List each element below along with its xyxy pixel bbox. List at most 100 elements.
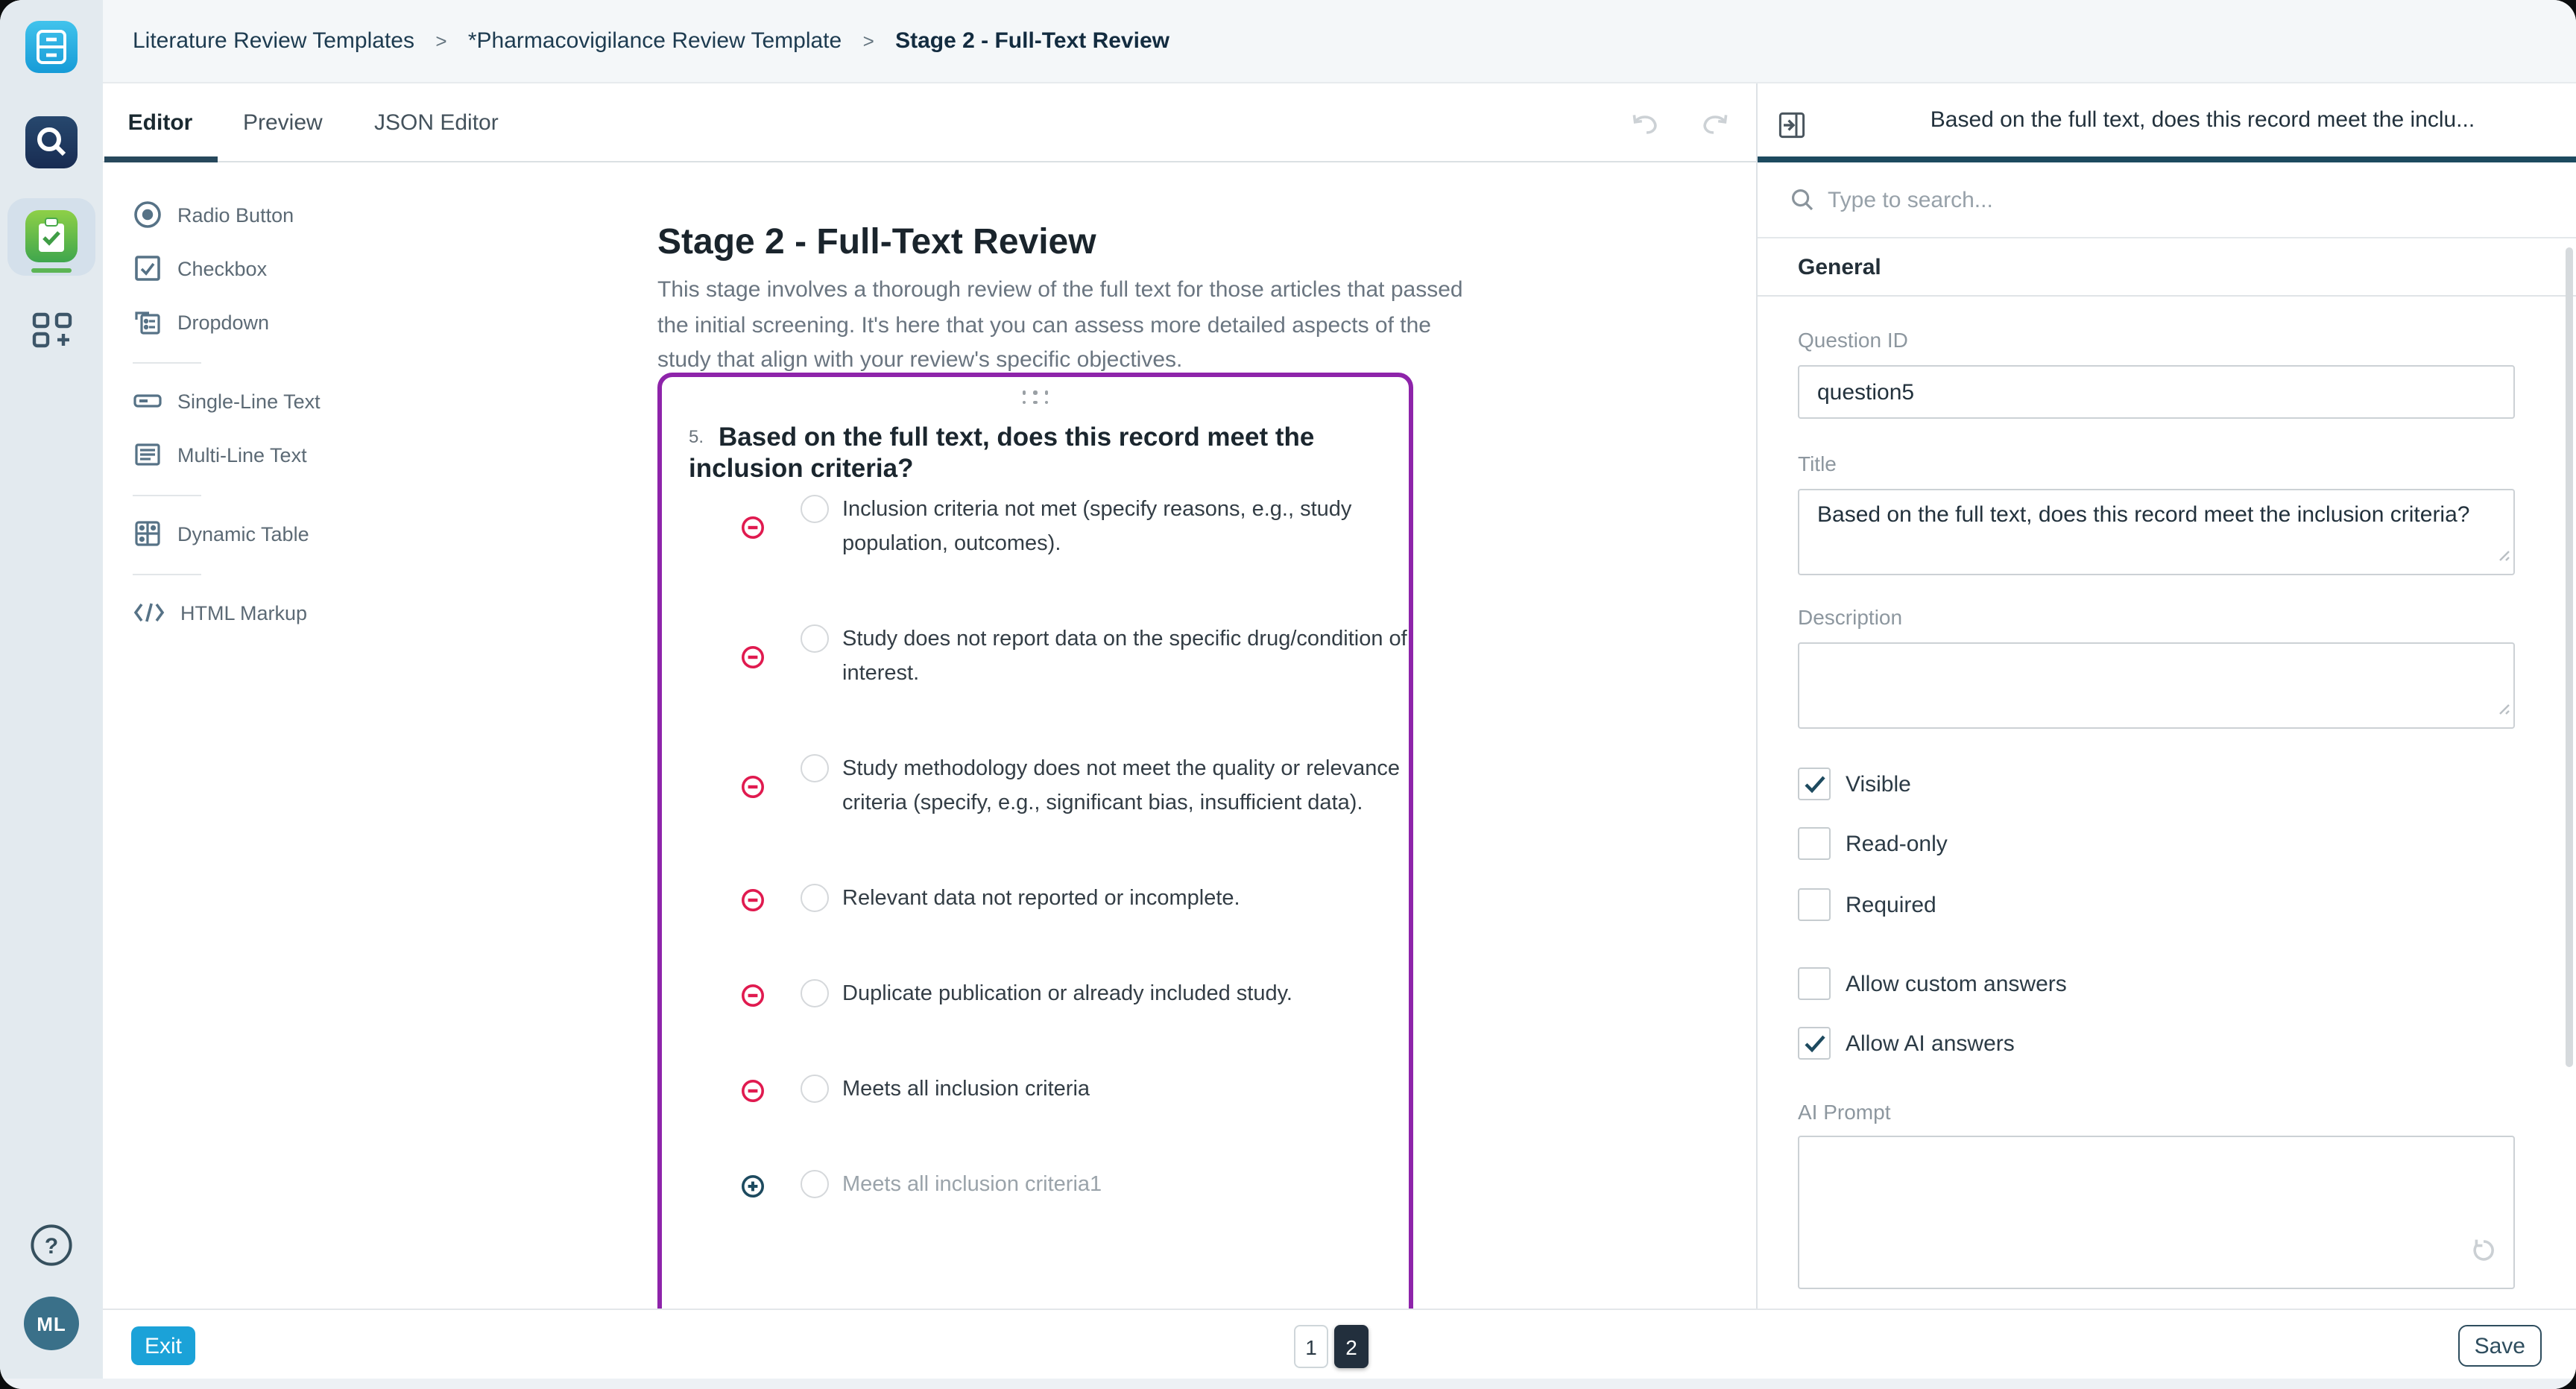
radio-circle[interactable]	[801, 754, 829, 782]
help-icon[interactable]: ?	[28, 1222, 75, 1276]
selected-question-label: Based on the full text, does this record…	[1847, 83, 2558, 156]
title-label: Title	[1798, 452, 2515, 475]
active-tab-indicator	[104, 156, 218, 162]
drag-handle-icon[interactable]	[1019, 390, 1052, 405]
palette-item-html-markup[interactable]: HTML Markup	[133, 586, 431, 639]
user-avatar[interactable]: ML	[24, 1297, 79, 1350]
undo-icon[interactable]	[1629, 113, 1662, 143]
single-line-text-icon	[133, 386, 162, 416]
radio-circle[interactable]	[801, 884, 829, 912]
palette-item-dropdown[interactable]: Dropdown	[133, 295, 431, 349]
tab-json-editor[interactable]: JSON Editor	[374, 83, 499, 162]
properties-header: Based on the full text, does this record…	[1758, 83, 2576, 162]
selected-question-card[interactable]: 5.Based on the full text, does this reco…	[657, 373, 1413, 1309]
question-id-label: Question ID	[1798, 328, 2515, 352]
radio-circle[interactable]	[801, 624, 829, 653]
question-number: 5.	[689, 426, 704, 447]
app-logo-icon[interactable]	[25, 21, 78, 73]
allow-custom-answers-checkbox[interactable]	[1798, 967, 1831, 1000]
section-general: General	[1758, 238, 2576, 297]
add-option-icon[interactable]	[741, 1174, 765, 1197]
remove-option-icon[interactable]	[741, 1078, 765, 1102]
radio-circle[interactable]	[801, 495, 829, 523]
remove-option-icon[interactable]	[741, 983, 765, 1007]
palette-divider	[133, 362, 201, 364]
breadcrumb: Literature Review Templates > *Pharmacov…	[133, 28, 1169, 54]
save-button[interactable]: Save	[2458, 1325, 2542, 1367]
remove-option-icon[interactable]	[741, 645, 765, 669]
remove-option-icon[interactable]	[741, 516, 765, 540]
property-search-input[interactable]	[1828, 187, 2275, 212]
exit-button[interactable]: Exit	[131, 1326, 195, 1365]
answer-option-row: Study methodology does not meet the qual…	[662, 753, 1409, 821]
properties-panel: Based on the full text, does this record…	[1758, 83, 2576, 1319]
breadcrumb-templates[interactable]: Literature Review Templates	[133, 28, 414, 54]
search-icon	[1790, 188, 1814, 212]
properties-form: Question ID Title Based on the full text…	[1758, 297, 2576, 1319]
new-answer-option-row: Meets all inclusion criteria1	[662, 1168, 1409, 1203]
radio-circle[interactable]	[801, 979, 829, 1007]
element-palette: Radio Button Checkbox Dropdown	[133, 188, 431, 639]
read-only-checkbox[interactable]	[1798, 827, 1831, 860]
tab-preview[interactable]: Preview	[243, 83, 323, 162]
stage-title: Stage 2 - Full-Text Review	[657, 222, 1096, 264]
allow-ai-answers-checkbox-row[interactable]: Allow AI answers	[1798, 1027, 2515, 1060]
radio-button-icon	[133, 200, 162, 230]
tab-editor[interactable]: Editor	[103, 83, 218, 162]
answer-option-row: Study does not report data on the specif…	[662, 623, 1409, 692]
palette-item-radio-button[interactable]: Radio Button	[133, 188, 431, 241]
description-textarea[interactable]	[1798, 642, 2515, 729]
dynamic-table-icon	[133, 519, 162, 548]
visible-checkbox[interactable]	[1798, 768, 1831, 800]
page-1-button[interactable]: 1	[1294, 1325, 1328, 1368]
form-builder-add-icon[interactable]	[28, 306, 76, 361]
page-navigation: 1 2	[1294, 1325, 1368, 1368]
stage-description: This stage involves a thorough review of…	[657, 273, 1470, 378]
ai-prompt-group: AI Prompt	[1798, 1100, 2515, 1289]
breadcrumb-separator-icon: >	[863, 30, 874, 52]
panel-scrollbar[interactable]	[2566, 247, 2573, 1067]
regenerate-prompt-icon[interactable]	[2470, 1237, 2497, 1271]
review-templates-icon[interactable]	[25, 210, 78, 262]
top-bar: Literature Review Templates > *Pharmacov…	[103, 0, 2576, 83]
breadcrumb-separator-icon: >	[435, 30, 446, 52]
answer-option-row: Inclusion criteria not met (specify reas…	[662, 493, 1409, 562]
page-2-button[interactable]: 2	[1334, 1325, 1368, 1368]
palette-item-single-line-text[interactable]: Single-Line Text	[133, 374, 431, 428]
visible-checkbox-row[interactable]: Visible	[1798, 768, 2515, 800]
palette-item-dynamic-table[interactable]: Dynamic Table	[133, 507, 431, 560]
active-nav-indicator	[31, 268, 72, 273]
app-window: Literature Review Templates > *Pharmacov…	[0, 0, 2576, 1389]
global-search-icon[interactable]	[25, 116, 78, 168]
palette-item-checkbox[interactable]: Checkbox	[133, 241, 431, 295]
required-checkbox[interactable]	[1798, 888, 1831, 921]
editor-tab-bar: Editor Preview JSON Editor	[103, 83, 1756, 162]
title-group: Title Based on the full text, does this …	[1798, 452, 2515, 575]
html-markup-icon	[133, 601, 165, 624]
ai-prompt-label: AI Prompt	[1798, 1100, 2515, 1124]
redo-icon[interactable]	[1698, 113, 1731, 143]
property-search	[1758, 162, 2576, 238]
remove-option-icon[interactable]	[741, 887, 765, 911]
palette-item-multi-line-text[interactable]: Multi-Line Text	[133, 428, 431, 481]
remove-option-icon[interactable]	[741, 775, 765, 799]
radio-circle[interactable]	[801, 1170, 829, 1198]
answer-option-row: Relevant data not reported or incomplete…	[662, 882, 1409, 917]
allow-ai-answers-checkbox[interactable]	[1798, 1027, 1831, 1060]
palette-divider	[133, 495, 201, 496]
allow-custom-answers-checkbox-row[interactable]: Allow custom answers	[1798, 967, 2515, 1000]
read-only-checkbox-row[interactable]: Read-only	[1798, 827, 2515, 860]
required-checkbox-row[interactable]: Required	[1798, 888, 2515, 921]
collapse-panel-icon[interactable]	[1778, 112, 1805, 146]
radio-circle[interactable]	[801, 1075, 829, 1103]
breadcrumb-template[interactable]: *Pharmacovigilance Review Template	[468, 28, 842, 54]
multi-line-text-icon	[133, 440, 162, 469]
palette-divider	[133, 574, 201, 575]
ai-prompt-textarea[interactable]	[1798, 1136, 2515, 1289]
description-group: Description	[1798, 605, 2515, 729]
question-id-input[interactable]	[1798, 365, 2515, 419]
answer-options: Inclusion criteria not met (specify reas…	[662, 493, 1409, 1264]
title-textarea[interactable]: Based on the full text, does this record…	[1798, 489, 2515, 575]
breadcrumb-current-stage: Stage 2 - Full-Text Review	[895, 28, 1169, 54]
svg-text:?: ?	[45, 1234, 58, 1259]
